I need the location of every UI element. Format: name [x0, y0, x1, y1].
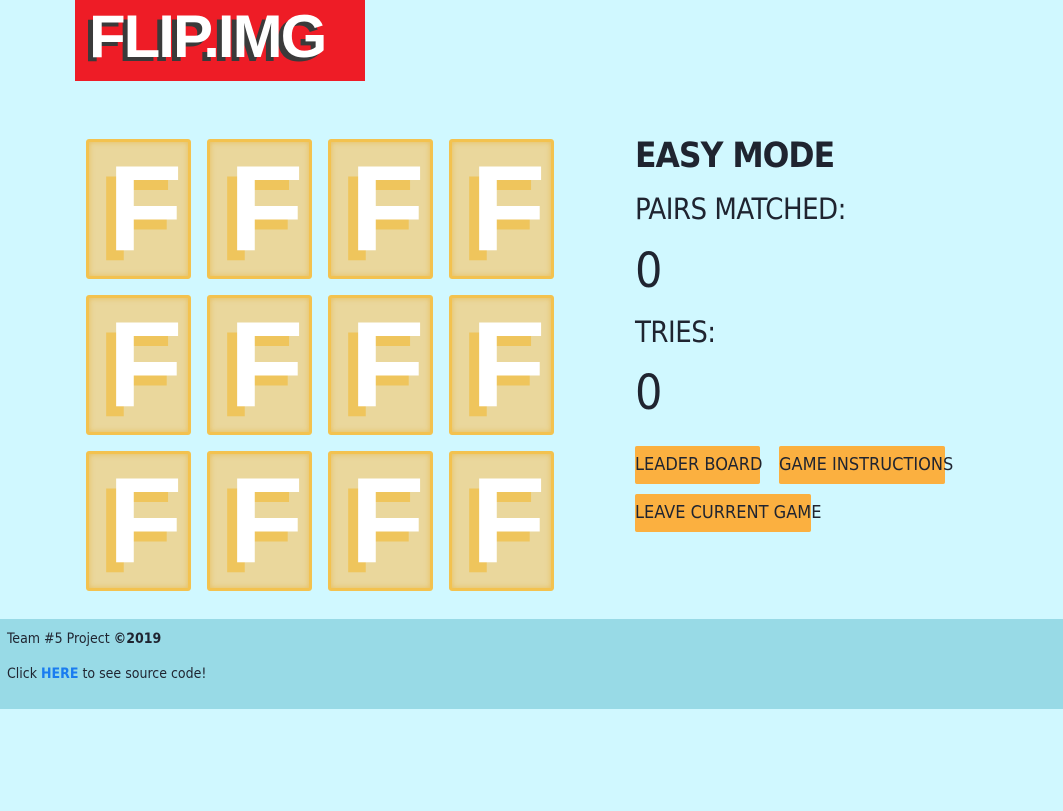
card-letter: F: [108, 298, 183, 432]
mode-title: EASY MODE: [635, 136, 835, 176]
card-back-f-icon: FF: [461, 454, 546, 588]
logo-text: FLIP.IMG: [89, 3, 327, 70]
click-text: Click: [7, 666, 42, 682]
card-grid: FFFFFFFFFFFFFFFFFFFFFFFF: [86, 139, 554, 591]
card-back-f-icon: FF: [219, 454, 304, 588]
copyright-text: ©2019: [113, 631, 162, 647]
card-letter: F: [471, 142, 546, 276]
memory-card[interactable]: FF: [449, 295, 554, 435]
tries-label: TRIES:: [635, 315, 716, 349]
memory-card[interactable]: FF: [449, 139, 554, 279]
memory-card[interactable]: FF: [328, 451, 433, 591]
memory-card[interactable]: FF: [207, 451, 312, 591]
leave-current-game-button[interactable]: LEAVE CURRENT GAME: [635, 494, 822, 532]
card-back-f-icon: FF: [340, 298, 425, 432]
memory-card[interactable]: FF: [207, 295, 312, 435]
logo[interactable]: FLIP.IMG: [75, 0, 365, 81]
memory-card[interactable]: FF: [207, 139, 312, 279]
card-letter: F: [108, 142, 183, 276]
memory-card[interactable]: FF: [86, 139, 191, 279]
card-back-f-icon: FF: [98, 298, 183, 432]
source-code-link[interactable]: HERE: [41, 666, 78, 682]
memory-card[interactable]: FF: [86, 451, 191, 591]
game-instructions-button[interactable]: GAME INSTRUCTIONS: [779, 446, 953, 484]
card-letter: F: [229, 454, 304, 588]
pairs-matched-value: 0: [635, 243, 663, 299]
leader-board-button[interactable]: LEADER BOARD: [635, 446, 762, 484]
team-text: Team #5 Project: [7, 631, 114, 647]
card-back-f-icon: FF: [98, 454, 183, 588]
card-letter: F: [229, 298, 304, 432]
footer-source: Click HERE to see source code!: [7, 664, 206, 684]
footer-credits: Team #5 Project ©2019: [7, 629, 161, 649]
card-back-f-icon: FF: [98, 142, 183, 276]
memory-card[interactable]: FF: [86, 295, 191, 435]
card-letter: F: [350, 454, 425, 588]
card-letter: F: [471, 454, 546, 588]
card-back-f-icon: FF: [219, 142, 304, 276]
card-letter: F: [229, 142, 304, 276]
memory-card[interactable]: FF: [449, 451, 554, 591]
pairs-matched-label: PAIRS MATCHED:: [635, 192, 846, 226]
card-back-f-icon: FF: [340, 454, 425, 588]
after-link-text: to see source code!: [78, 666, 207, 682]
card-letter: F: [350, 298, 425, 432]
memory-card[interactable]: FF: [328, 139, 433, 279]
card-letter: F: [108, 454, 183, 588]
card-back-f-icon: FF: [461, 298, 546, 432]
tries-value: 0: [635, 365, 663, 421]
card-letter: F: [350, 142, 425, 276]
card-back-f-icon: FF: [461, 142, 546, 276]
card-back-f-icon: FF: [219, 298, 304, 432]
card-letter: F: [471, 298, 546, 432]
card-back-f-icon: FF: [340, 142, 425, 276]
footer: Team #5 Project ©2019 Click HERE to see …: [0, 619, 1063, 709]
page: FLIP.IMG FFFFFFFFFFFFFFFFFFFFFFFF EASY M…: [0, 0, 1063, 811]
memory-card[interactable]: FF: [328, 295, 433, 435]
